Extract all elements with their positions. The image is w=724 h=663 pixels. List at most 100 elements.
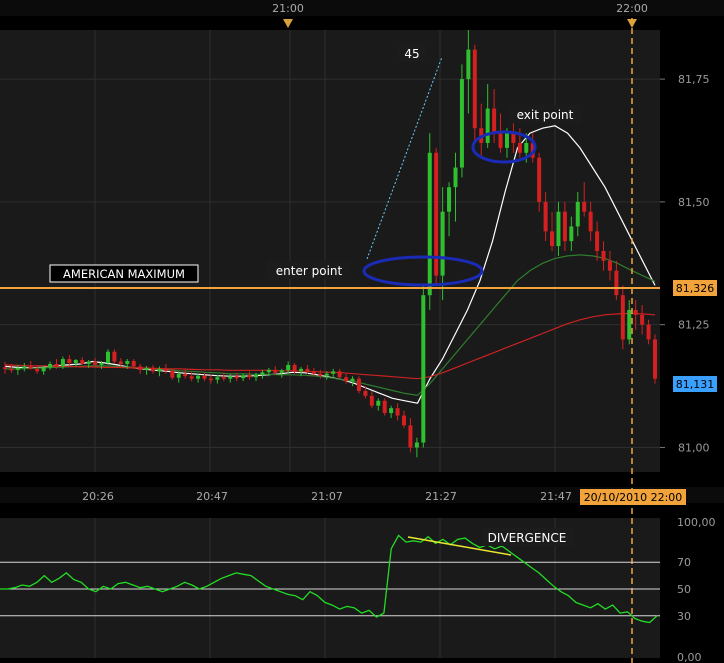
rsi-bottom-label: 0,00 [677,651,702,663]
candle-body-92 [595,231,600,251]
candle-body-86 [556,211,561,247]
candle-body-14 [93,361,98,365]
candle-body-60 [389,408,394,414]
candle-body-2 [15,367,20,370]
candle-body-56 [363,390,368,396]
candle-body-98 [633,309,638,315]
candle-body-34 [221,377,226,379]
candle-body-16 [105,351,110,363]
candle-body-63 [408,425,413,448]
time-tick-label-4: 21:47 [540,490,572,503]
candle-body-10 [67,359,72,363]
candle-body-49 [318,373,323,376]
candle-body-40 [260,372,265,375]
candle-body-73 [472,49,477,129]
candle-body-45 [292,364,297,372]
candle-body-30 [196,375,201,379]
candle-body-5 [35,368,40,372]
candle-body-75 [485,108,490,143]
candle-body-99 [640,314,645,325]
candle-body-87 [562,211,567,242]
candle-body-35 [228,376,233,379]
candle-body-84 [543,201,548,232]
rsi-tick-label-2: 70 [677,556,691,569]
candle-body-80 [517,142,522,153]
candle-body-43 [279,370,284,373]
time-tick-label-2: 21:07 [311,490,343,503]
candle-body-26 [170,370,175,378]
candle-body-8 [54,363,59,367]
candle-body-51 [331,371,336,374]
price-tick-label-2: 81,50 [678,196,710,209]
time-tick-label-0: 20:26 [82,490,114,503]
candle-body-31 [202,375,207,379]
candle-body-59 [382,400,387,414]
upper-price-tag-label: 81,326 [676,282,715,295]
price-plot-area [0,30,660,472]
candle-body-11 [73,360,78,363]
candle-body-7 [48,363,53,368]
candle-body-15 [99,362,104,365]
rsi-tick-label-3: 100,00 [677,516,716,529]
candle-body-61 [395,408,400,416]
candle-body-89 [575,201,580,227]
candle-body-52 [337,371,342,378]
candle-body-93 [601,251,606,261]
candle-body-72 [466,49,471,80]
candle-body-88 [569,226,574,242]
candle-body-37 [241,375,246,379]
candle-body-41 [266,369,271,373]
candle-body-24 [157,368,162,372]
candle-body-77 [498,133,503,148]
candle-body-78 [504,133,509,148]
candle-body-6 [41,367,46,372]
candle-body-58 [376,400,381,406]
candle-body-97 [627,309,632,340]
rsi-tick-label-0: 30 [677,610,691,623]
time-tick-label-1: 20:47 [196,490,228,503]
candle-body-13 [86,361,91,364]
top-time-label-1: 22:00 [616,2,648,15]
candle-body-25 [163,368,168,371]
time-tick-label-3: 21:27 [425,490,457,503]
candle-body-90 [582,201,587,212]
exit-point-label: exit point [517,108,574,122]
candle-body-50 [324,373,329,376]
candle-body-65 [421,295,426,443]
candle-body-64 [414,442,419,448]
candle-body-62 [402,415,407,426]
candle-body-69 [447,187,452,212]
candle-body-42 [273,369,278,373]
price-tick-label-0: 81,00 [678,441,710,454]
candle-body-38 [247,375,252,378]
candle-body-47 [305,368,310,372]
candle-body-22 [144,367,149,370]
candle-body-101 [653,339,657,379]
chart-canvas: 21:00 22:00 81,00 81,25 81,50 81,75 20:26 20:… [0,0,724,663]
candle-body-4 [28,366,33,369]
candle-body-29 [189,376,194,379]
angle-label: 45 [404,47,419,61]
candle-body-83 [537,157,542,202]
candle-body-19 [125,361,130,364]
divergence-label: DIVERGENCE [488,531,567,545]
candle-body-21 [138,366,143,370]
candle-body-48 [311,371,316,374]
candle-body-85 [550,231,555,247]
candle-body-81 [524,142,529,153]
candle-body-54 [350,378,355,382]
candle-body-55 [356,378,361,391]
price-tick-label-1: 81,25 [678,319,710,332]
candle-body-17 [112,351,117,362]
candle-body-96 [620,295,625,340]
candle-body-91 [588,211,593,232]
date-label: 20/10/2010 22:00 [584,491,683,504]
candle-body-0 [3,367,7,369]
candle-body-66 [427,152,432,296]
candle-body-36 [234,376,239,379]
candle-body-71 [459,79,464,168]
top-time-label-0: 21:00 [272,2,304,15]
candle-body-27 [176,373,181,378]
candle-body-39 [253,374,258,378]
candle-body-33 [215,377,220,380]
